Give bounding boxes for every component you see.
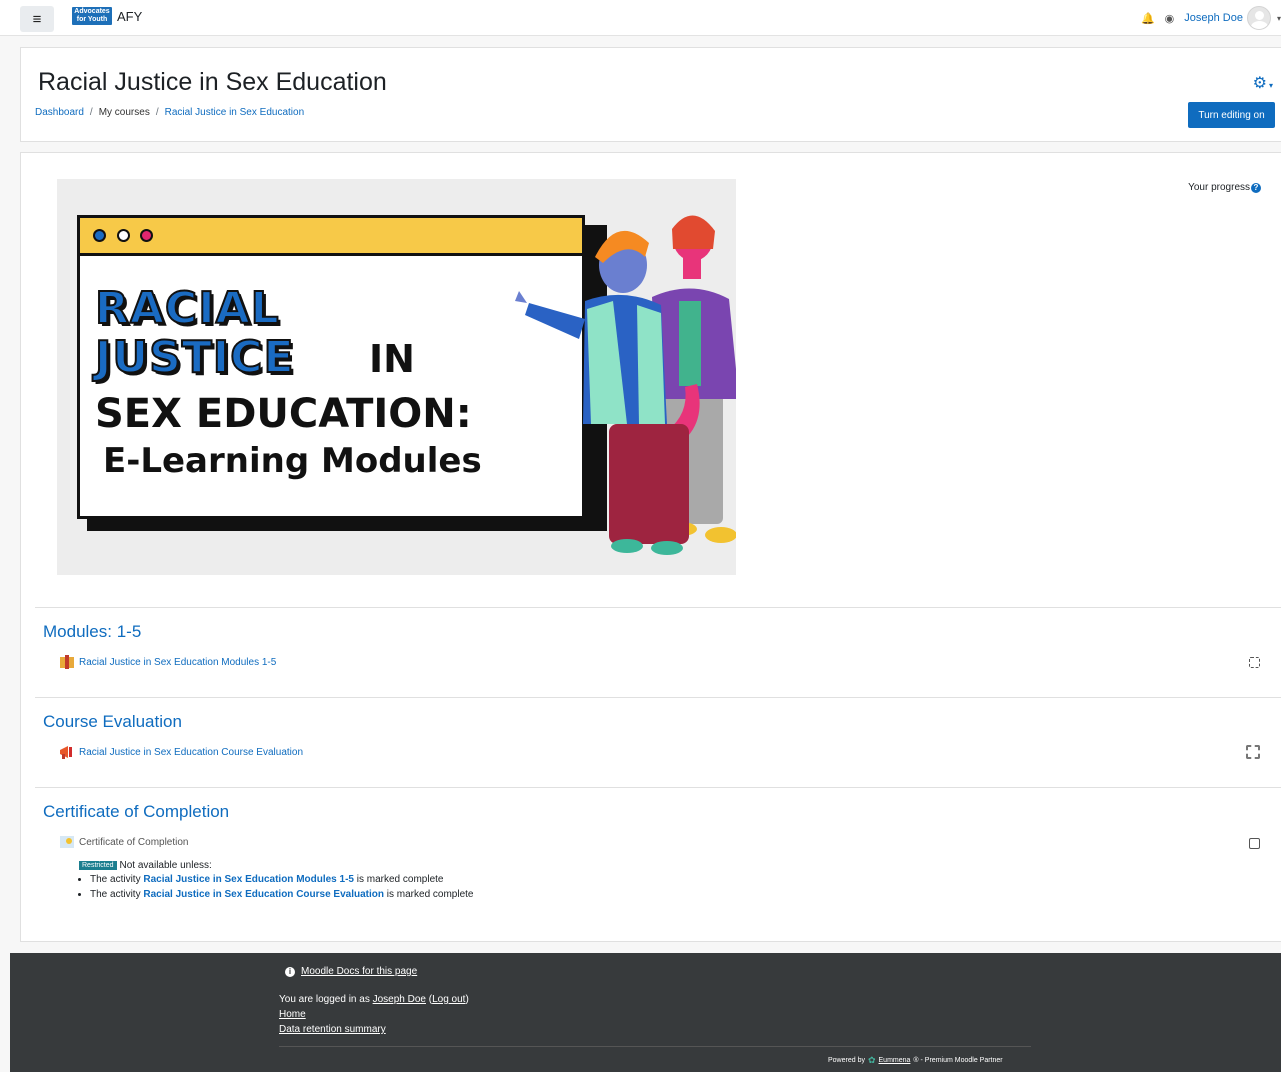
window-dot-icon bbox=[117, 229, 130, 242]
list-item: The activity Racial Justice in Sex Educa… bbox=[90, 889, 473, 900]
bell-icon[interactable]: 🔔 bbox=[1141, 12, 1155, 25]
powered-by: Powered by ✿ Eummena ® - Premium Moodle … bbox=[828, 1055, 1003, 1065]
restriction-activity-link[interactable]: Racial Justice in Sex Education Course E… bbox=[143, 889, 384, 900]
window-dot-icon bbox=[93, 229, 106, 242]
user-menu-name[interactable]: Joseph Doe bbox=[1184, 12, 1243, 24]
footer-divider bbox=[279, 1046, 1031, 1047]
activity-item[interactable]: Racial Justice in Sex Education Course E… bbox=[59, 745, 303, 759]
breadcrumb-separator: / bbox=[155, 107, 159, 118]
avatar[interactable] bbox=[1246, 6, 1271, 30]
logout-link[interactable]: Log out bbox=[432, 994, 465, 1005]
page-title: Racial Justice in Sex Education bbox=[38, 68, 387, 96]
section-modules: Modules: 1-5 Racial Justice in Sex Educa… bbox=[35, 607, 1281, 697]
home-link[interactable]: Home bbox=[279, 1009, 306, 1020]
logged-in-line: You are logged in as Joseph Doe (Log out… bbox=[279, 994, 469, 1005]
info-icon: i bbox=[285, 966, 295, 977]
breadcrumb: Dashboard / My courses / Racial Justice in S… bbox=[35, 107, 304, 118]
section-course-evaluation: Course Evaluation Racial Justice in Sex … bbox=[35, 697, 1281, 787]
page-header: Racial Justice in Sex Education Dashboar… bbox=[20, 47, 1281, 142]
restriction-activity-link[interactable]: Racial Justice in Sex Education Modules … bbox=[143, 874, 354, 885]
login-info: You are logged in as Joseph Doe (Log out… bbox=[279, 992, 469, 1037]
restriction-list: The activity Racial Justice in Sex Educa… bbox=[79, 874, 473, 900]
breadcrumb-course[interactable]: Racial Justice in Sex Education bbox=[165, 107, 305, 118]
gear-icon[interactable]: ⚙ ▾ bbox=[1253, 73, 1273, 93]
eummena-logo-icon: ✿ bbox=[867, 1055, 876, 1065]
chevron-down-icon[interactable]: ▾ bbox=[1277, 14, 1281, 23]
window-dot-icon bbox=[140, 229, 153, 242]
completion-checkbox[interactable] bbox=[1246, 745, 1260, 759]
site-logo[interactable]: Advocates for Youth bbox=[72, 7, 112, 25]
activity-item: Certificate of Completion bbox=[59, 835, 189, 849]
restricted-badge: Restricted bbox=[79, 861, 117, 870]
banner-title-line3: SEX EDUCATION: bbox=[95, 391, 472, 437]
progress-label: Your progress bbox=[1188, 182, 1250, 193]
completion-checkbox[interactable] bbox=[1249, 657, 1260, 668]
package-icon bbox=[60, 655, 74, 669]
list-item: The activity Racial Justice in Sex Educa… bbox=[90, 874, 473, 885]
breadcrumb-my-courses: My courses bbox=[98, 107, 150, 118]
section-title[interactable]: Modules: 1-5 bbox=[43, 622, 141, 642]
banner-title-line4: E-Learning Modules bbox=[103, 441, 482, 481]
footer-user-link[interactable]: Joseph Doe bbox=[373, 994, 426, 1005]
breadcrumb-separator: / bbox=[89, 107, 93, 118]
logo-text-line1: Advocates bbox=[74, 8, 110, 15]
user-nav: 🔔 ◉ Joseph Doe ▾ bbox=[1141, 6, 1281, 30]
activity-link[interactable]: Racial Justice in Sex Education Modules … bbox=[79, 657, 276, 668]
progress-area: Your progress ? bbox=[1188, 182, 1261, 193]
section-certificate: Certificate of Completion Certificate of… bbox=[35, 787, 1281, 937]
activity-link[interactable]: Racial Justice in Sex Education Course E… bbox=[79, 747, 303, 758]
banner-title-line2: JUSTICE bbox=[94, 331, 295, 384]
activity-name: Certificate of Completion bbox=[79, 836, 189, 848]
page-footer: i Moodle Docs for this page You are logg… bbox=[10, 953, 1281, 1072]
restriction-intro: Not available unless: bbox=[119, 860, 212, 871]
certificate-icon bbox=[60, 836, 74, 848]
site-brand[interactable]: Advocates for Youth AFY bbox=[72, 7, 142, 25]
eummena-link[interactable]: Eummena bbox=[879, 1057, 911, 1064]
course-banner-image: RACIAL JUSTICE IN SEX EDUCATION: E-Learn… bbox=[57, 179, 736, 575]
data-retention-link[interactable]: Data retention summary bbox=[279, 1024, 386, 1035]
banner-title-line1: RACIAL bbox=[94, 282, 280, 335]
help-icon[interactable]: ? bbox=[1251, 182, 1261, 193]
banner-title-line2b: IN bbox=[369, 337, 415, 381]
site-name[interactable]: AFY bbox=[117, 9, 142, 24]
moodle-docs-link[interactable]: Moodle Docs for this page bbox=[301, 966, 417, 977]
megaphone-icon bbox=[60, 746, 72, 759]
moodle-docs: i Moodle Docs for this page bbox=[285, 966, 417, 977]
illustrated-people-icon bbox=[515, 215, 736, 555]
section-title[interactable]: Certificate of Completion bbox=[43, 802, 229, 822]
activity-item[interactable]: Racial Justice in Sex Education Modules … bbox=[59, 655, 276, 669]
chat-bubble-icon[interactable]: ◉ bbox=[1165, 12, 1175, 25]
breadcrumb-dashboard[interactable]: Dashboard bbox=[35, 107, 84, 118]
section-title[interactable]: Course Evaluation bbox=[43, 712, 182, 732]
completion-checkbox[interactable] bbox=[1249, 838, 1260, 849]
course-content: Your progress ? RACIAL JUSTICE IN SEX ED… bbox=[20, 152, 1281, 942]
logo-text-line2: for Youth bbox=[76, 16, 108, 23]
turn-editing-on-button[interactable]: Turn editing on bbox=[1188, 102, 1275, 128]
top-navbar: ≡ Advocates for Youth AFY 🔔 ◉ Joseph Doe… bbox=[0, 0, 1281, 36]
restriction-info: RestrictedNot available unless: The acti… bbox=[79, 860, 473, 904]
hamburger-menu-icon[interactable]: ≡ bbox=[20, 6, 54, 32]
